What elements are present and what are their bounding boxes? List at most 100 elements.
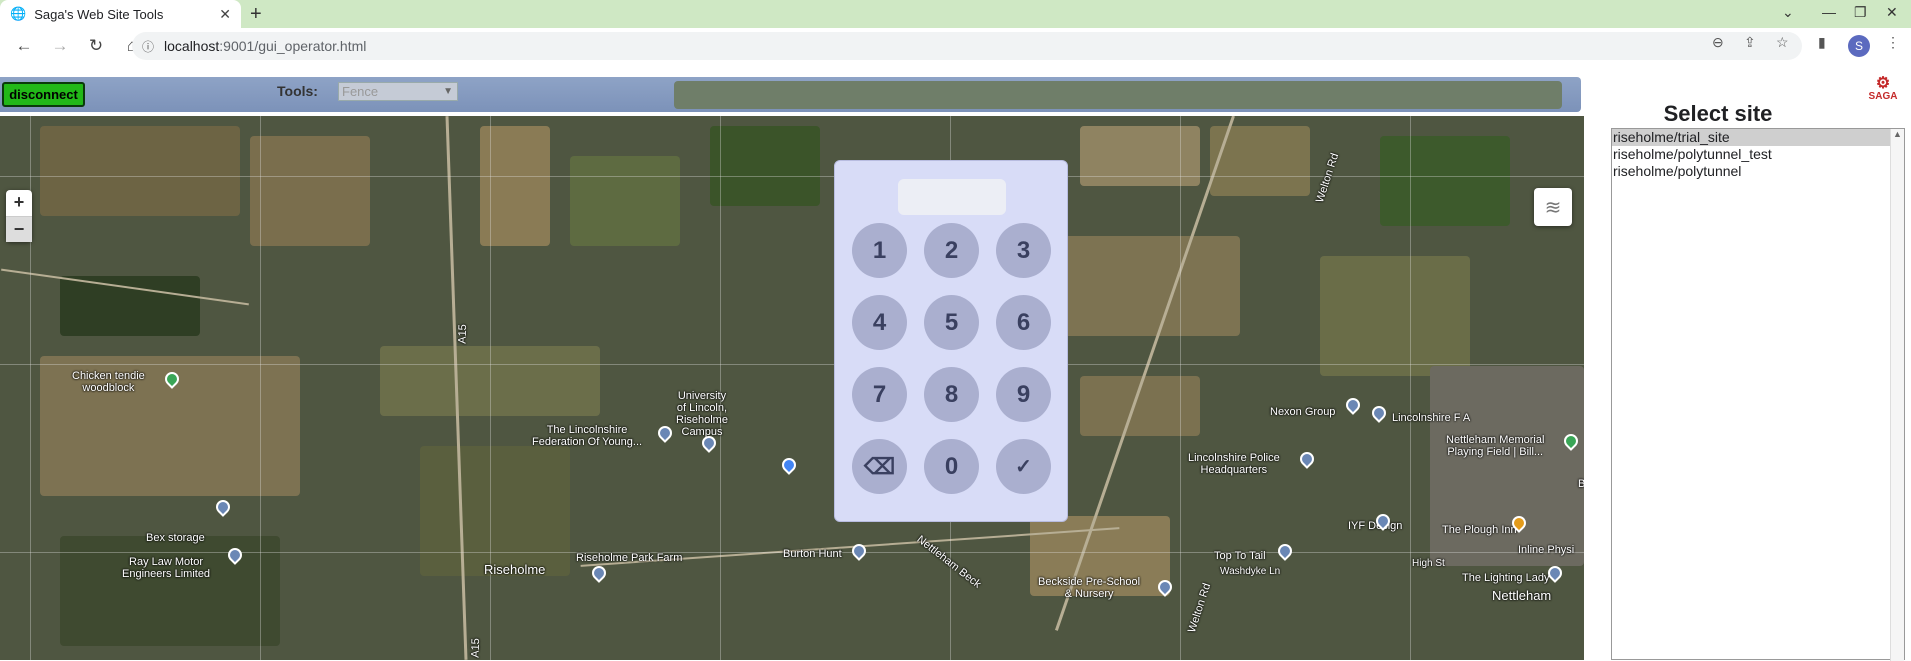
zoom-icon[interactable]: ⊖ — [1712, 34, 1724, 51]
scroll-up-icon[interactable]: ▲ — [1891, 129, 1904, 139]
map-label: Nettleham Beck — [914, 533, 984, 591]
profile-avatar[interactable]: S — [1848, 35, 1870, 57]
tools-label: Tools: — [277, 83, 318, 99]
key-4[interactable]: 4 — [852, 295, 907, 350]
key-8[interactable]: 8 — [924, 367, 979, 422]
map-field — [60, 276, 200, 336]
map-label: The Lighting Lady — [1462, 572, 1550, 584]
map-label: Inline Physi — [1518, 544, 1575, 556]
saga-logo: ⚙ SAGA — [1867, 76, 1899, 108]
robot-icon: ⚙ — [1875, 75, 1891, 92]
chevron-down-icon: ▼ — [443, 86, 453, 97]
map-label: Washdyke Ln — [1220, 566, 1281, 577]
map-label: Lincolnshire Police Headquarters — [1188, 452, 1280, 476]
place-pin-icon[interactable] — [1369, 403, 1389, 423]
map-label: High St — [1412, 558, 1445, 569]
site-item[interactable]: riseholme/trial_site — [1612, 129, 1904, 146]
browser-toolbar: ← → ↻ ⌂ ⓘ localhost:9001/gui_operator.ht… — [0, 28, 1911, 64]
map-field — [40, 126, 240, 216]
place-pin-icon[interactable] — [589, 563, 609, 583]
logo-text: SAGA — [1868, 91, 1898, 102]
map-label: Top To Tail — [1214, 550, 1266, 562]
layers-icon[interactable]: ≋ — [1534, 188, 1572, 226]
zoom-out-button[interactable]: − — [6, 216, 32, 242]
map-label: Riseholme — [484, 562, 546, 577]
map-field — [1380, 136, 1510, 226]
map-label: Welton Rd — [1185, 581, 1214, 635]
key-2[interactable]: 2 — [924, 223, 979, 278]
map-field — [1320, 256, 1470, 376]
key-7[interactable]: 7 — [852, 367, 907, 422]
map-label: Ray Law Motor Engineers Limited — [122, 556, 211, 580]
zoom-in-button[interactable]: + — [6, 190, 32, 216]
map-field — [250, 136, 370, 246]
parking-pin-icon[interactable] — [213, 497, 233, 517]
tab-search-icon[interactable]: ⌄ — [1782, 4, 1794, 21]
satellite-map[interactable]: A15 A15 Welton Rd Welton Rd Chicken tend… — [0, 116, 1584, 660]
url-text: localhost:9001/gui_operator.html — [164, 38, 367, 54]
restore-icon[interactable]: ❐ — [1854, 4, 1867, 21]
close-window-icon[interactable]: ✕ — [1886, 4, 1898, 21]
new-tab-button[interactable]: + — [250, 3, 262, 26]
map-label: Nettleham — [1492, 588, 1552, 603]
bookmark-star-icon[interactable]: ☆ — [1776, 34, 1789, 51]
panel-title: Select site — [1663, 101, 1773, 126]
page-content: disconnect Tools: Fence ▼ A15 A15 Welton… — [0, 64, 1911, 661]
back-icon[interactable]: ← — [12, 36, 36, 56]
side-panel-icon[interactable]: ▮ — [1818, 34, 1826, 51]
key-1[interactable]: 1 — [852, 223, 907, 278]
map-label: Lincolnshire F A — [1392, 412, 1471, 424]
pin-keypad: 1 2 3 4 5 6 7 8 9 ⌫ 0 ✓ — [834, 160, 1068, 522]
reload-icon[interactable]: ↻ — [84, 36, 108, 56]
place-pin-icon[interactable] — [1297, 449, 1317, 469]
address-bar[interactable]: ⓘ localhost:9001/gui_operator.html — [132, 32, 1802, 60]
map-field — [1430, 366, 1584, 566]
browser-tab-bar: 🌐 Saga's Web Site Tools ✕ + ⌄ — ❐ ✕ — [0, 0, 1911, 28]
site-info-icon[interactable]: ⓘ — [142, 38, 154, 55]
menu-icon[interactable]: ⋮ — [1886, 34, 1900, 51]
status-bar — [674, 81, 1562, 109]
place-pin-icon[interactable] — [1275, 541, 1295, 561]
key-0[interactable]: 0 — [924, 439, 979, 494]
site-item[interactable]: riseholme/polytunnel_test — [1612, 146, 1904, 163]
keypad-display[interactable] — [898, 179, 1006, 215]
key-6[interactable]: 6 — [996, 295, 1051, 350]
tools-select[interactable]: Fence ▼ — [338, 82, 458, 101]
site-item[interactable]: riseholme/polytunnel — [1612, 163, 1904, 180]
map-label: Nettleham Memorial Playing Field | Bill.… — [1446, 434, 1545, 458]
map-label: Nexon Group — [1270, 406, 1336, 418]
map-label: Burton Hunt — [783, 548, 842, 560]
list-scrollbar[interactable]: ▲ — [1890, 129, 1904, 661]
map-field — [1080, 126, 1200, 186]
backspace-icon[interactable]: ⌫ — [852, 439, 907, 494]
zoom-control: + − — [6, 190, 32, 242]
map-label: Welton Rd — [1313, 151, 1342, 205]
map-field — [420, 446, 570, 576]
map-label: A15 — [469, 638, 483, 658]
site-list[interactable]: riseholme/trial_site riseholme/polytunne… — [1611, 128, 1905, 661]
browser-tab[interactable]: 🌐 Saga's Web Site Tools ✕ — [0, 0, 241, 28]
minimize-icon[interactable]: — — [1822, 4, 1836, 20]
map-label: Bex storage — [146, 532, 205, 544]
disconnect-button[interactable]: disconnect — [2, 82, 85, 107]
map-label: Beckside Pre-School & Nursery — [1038, 576, 1141, 600]
place-pin-icon[interactable] — [655, 423, 675, 443]
forward-icon[interactable]: → — [48, 36, 72, 56]
key-3[interactable]: 3 — [996, 223, 1051, 278]
location-marker-icon[interactable] — [779, 455, 799, 475]
key-9[interactable]: 9 — [996, 367, 1051, 422]
place-pin-icon[interactable] — [1343, 395, 1363, 415]
tab-title: Saga's Web Site Tools — [34, 6, 164, 22]
map-label: The Lincolnshire Federation Of Young... — [532, 424, 643, 448]
tools-select-value: Fence — [342, 84, 379, 99]
map-label: Riseholme Park Farm — [576, 552, 683, 564]
confirm-check-icon[interactable]: ✓ — [996, 439, 1051, 494]
map-label: University of Lincoln, Riseholme Campus — [676, 390, 728, 438]
map-field — [570, 156, 680, 246]
map-label: A15 — [456, 324, 470, 344]
map-label: The Plough Inn — [1442, 524, 1517, 536]
close-tab-icon[interactable]: ✕ — [219, 6, 231, 23]
map-field — [710, 126, 820, 206]
share-icon[interactable]: ⇪ — [1744, 34, 1756, 51]
key-5[interactable]: 5 — [924, 295, 979, 350]
